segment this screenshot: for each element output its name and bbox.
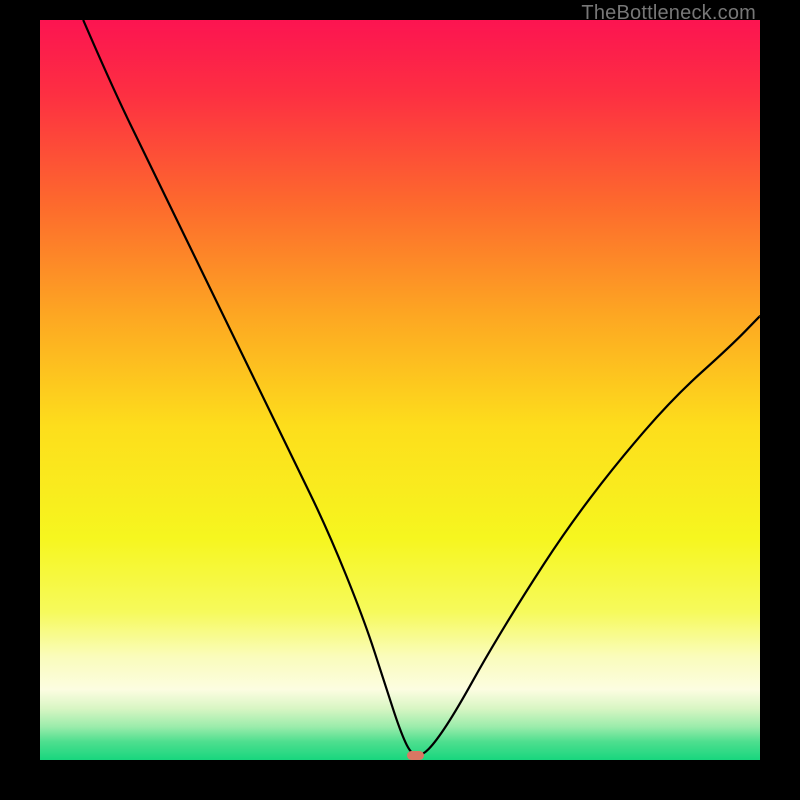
plot-area: [40, 20, 760, 760]
curve-line: [83, 20, 760, 755]
min-marker: [407, 751, 424, 760]
bottleneck-curve: [40, 20, 760, 760]
